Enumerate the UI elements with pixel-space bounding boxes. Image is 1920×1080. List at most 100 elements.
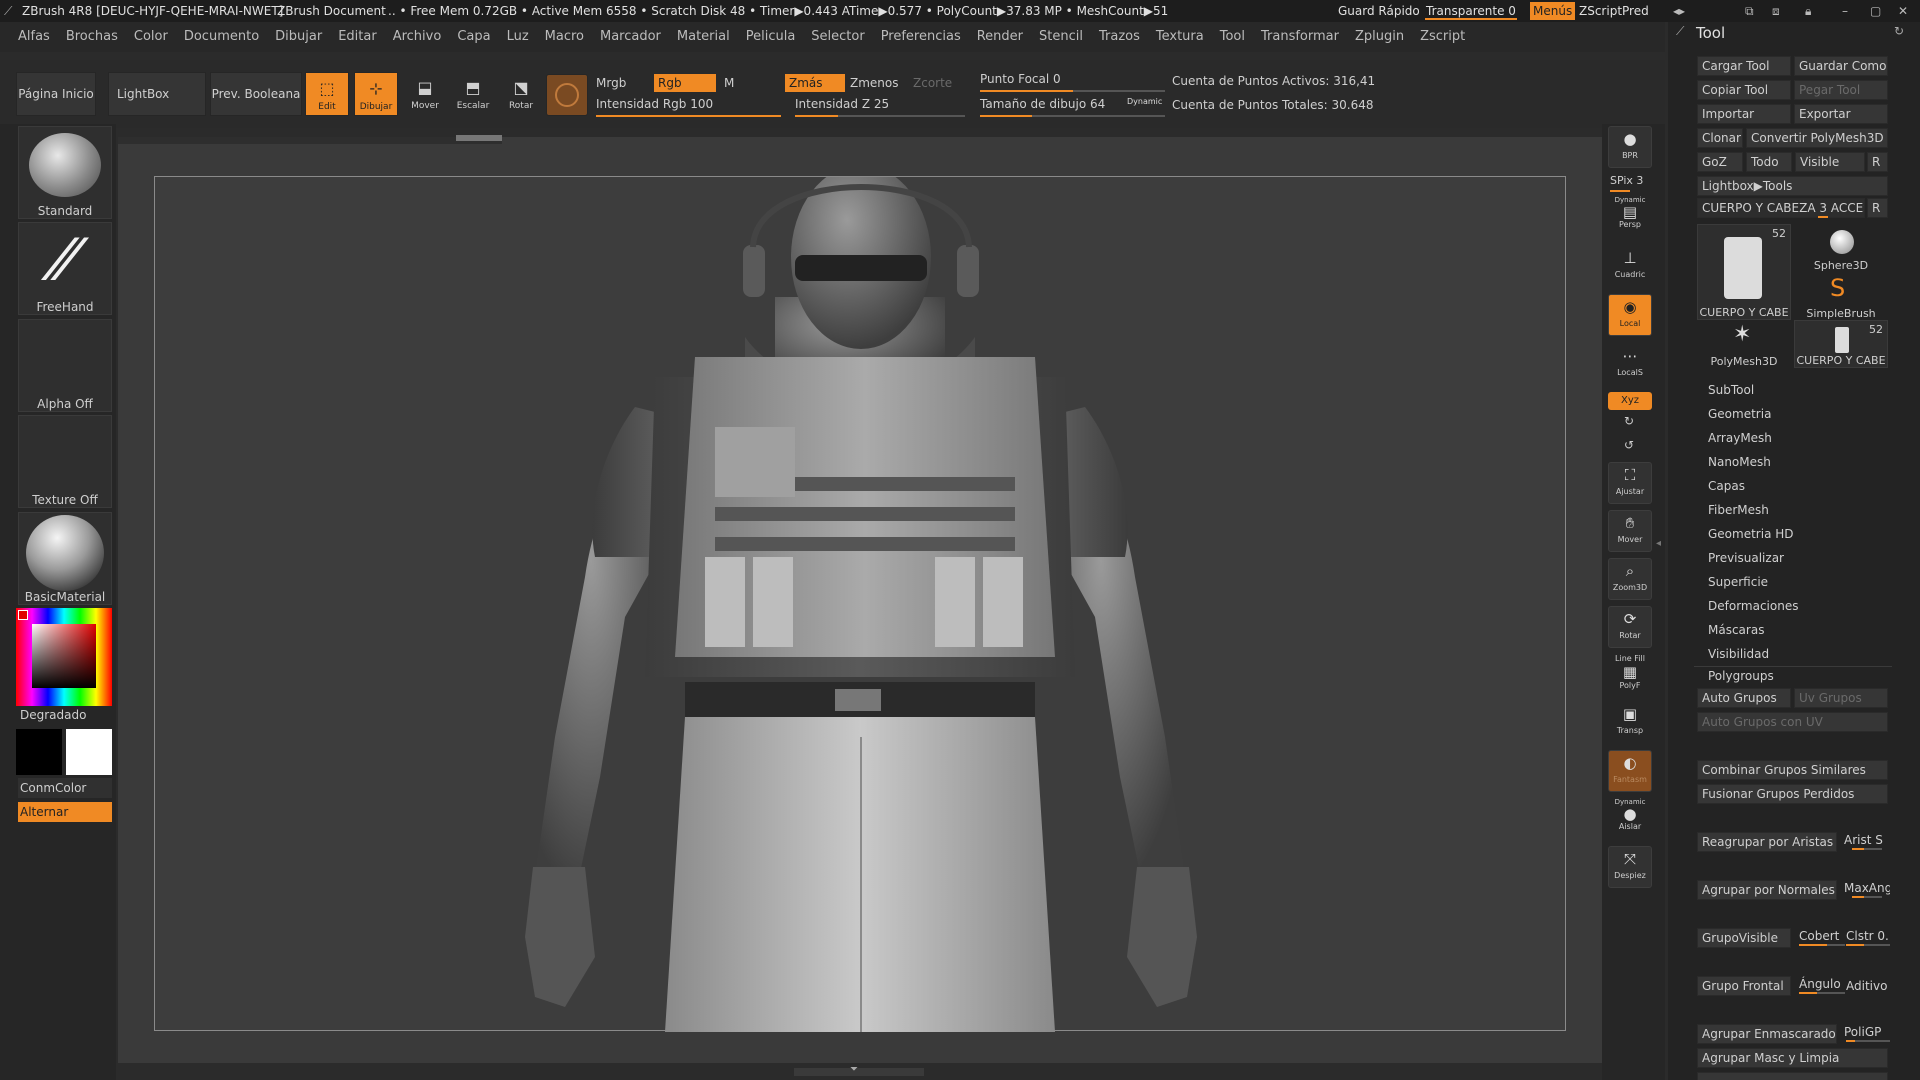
- document-canvas[interactable]: [154, 165, 1566, 1032]
- convert-polymesh-button[interactable]: Convertir PolyMesh3D: [1746, 128, 1888, 148]
- layout-switch-icon[interactable]: ◂▸: [1673, 0, 1685, 22]
- subpalette-superficie[interactable]: Superficie: [1708, 570, 1908, 594]
- focal-shift-slider[interactable]: Punto Focal 0: [980, 72, 1165, 92]
- menu-item-trazos[interactable]: Trazos: [1091, 22, 1148, 52]
- menu-item-material[interactable]: Material: [669, 22, 738, 52]
- mrgb-button[interactable]: Mrgb: [596, 74, 649, 92]
- goz-all-button[interactable]: Todo: [1746, 152, 1792, 172]
- lightbox-tools-button[interactable]: Lightbox▶Tools: [1697, 176, 1888, 196]
- local-symmetry-button[interactable]: ⋯ LocalS: [1608, 344, 1652, 386]
- coverage-slider[interactable]: Cobert: [1799, 926, 1845, 946]
- goz-visible-button[interactable]: Visible: [1795, 152, 1865, 172]
- menu-item-tool[interactable]: Tool: [1212, 22, 1253, 52]
- layout-alt-icon[interactable]: ⧈: [1772, 0, 1780, 22]
- texture-selector[interactable]: Texture Off: [18, 415, 112, 508]
- xyz-button[interactable]: Xyz: [1608, 392, 1652, 410]
- tool-thumb-sphere[interactable]: Sphere3D: [1794, 224, 1888, 272]
- lightbox-button[interactable]: LightBox: [108, 72, 206, 116]
- menu-item-textura[interactable]: Textura: [1148, 22, 1212, 52]
- cluster-slider[interactable]: Clstr 0.: [1846, 926, 1890, 946]
- zadd-button[interactable]: Zmás: [785, 74, 845, 92]
- menu-item-preferencias[interactable]: Preferencias: [873, 22, 969, 52]
- draw-size-slider[interactable]: Tamaño de dibujo 64 Dynamic: [980, 97, 1165, 117]
- menu-item-render[interactable]: Render: [969, 22, 1031, 52]
- switch-color-button[interactable]: ConmColor: [18, 778, 112, 798]
- pin-icon[interactable]: ⟋: [1676, 24, 1684, 39]
- menu-item-zscript[interactable]: Zscript: [1412, 22, 1473, 52]
- maxangle-slider[interactable]: MaxAng: [1844, 878, 1890, 898]
- polyframe-button[interactable]: Line Fill ▦ PolyF: [1608, 654, 1652, 696]
- tool-thumb-body[interactable]: 52 CUERPO Y CABE: [1697, 224, 1791, 320]
- angle-slider[interactable]: Ángulo: [1799, 974, 1845, 994]
- spix-slider[interactable]: SPix 3: [1610, 174, 1643, 187]
- goz-button[interactable]: GoZ: [1697, 152, 1743, 172]
- rgb-button[interactable]: Rgb: [654, 74, 716, 92]
- minimize-icon[interactable]: –: [1842, 0, 1848, 22]
- scale-button[interactable]: ⬒ Escalar: [451, 72, 495, 116]
- z-intensity-slider[interactable]: Intensidad Z 25: [795, 97, 965, 117]
- menu-item-stencil[interactable]: Stencil: [1031, 22, 1091, 52]
- xpose-button[interactable]: ⤧ Despiez: [1608, 846, 1652, 888]
- copy-tool-button[interactable]: Copiar Tool: [1697, 80, 1791, 100]
- group-front-button[interactable]: Grupo Frontal: [1697, 976, 1791, 996]
- menu-item-macro[interactable]: Macro: [537, 22, 592, 52]
- menu-item-capa[interactable]: Capa: [449, 22, 498, 52]
- canvas-scroll-bottom[interactable]: [794, 1068, 924, 1076]
- group-mask-clear-button[interactable]: Agrupar Masc y Limpia: [1697, 1048, 1888, 1068]
- z-rotate-icon[interactable]: ↺: [1624, 438, 1634, 452]
- lock-icon[interactable]: 🔒︎: [1805, 0, 1811, 22]
- paste-tool-button[interactable]: Pegar Tool: [1794, 80, 1888, 100]
- ghost-button[interactable]: ◐ Fantasm: [1608, 750, 1652, 792]
- local-button[interactable]: ◉ Local: [1608, 294, 1652, 336]
- zsub-button[interactable]: Zmenos: [850, 74, 910, 92]
- material-selector[interactable]: BasicMaterial: [18, 512, 112, 605]
- gradient-label[interactable]: Degradado: [20, 708, 86, 722]
- maximize-icon[interactable]: ▢: [1870, 0, 1881, 22]
- menu-item-marcador[interactable]: Marcador: [592, 22, 669, 52]
- m-button[interactable]: M: [720, 74, 780, 92]
- draw-button[interactable]: ⊹ Dibujar: [354, 72, 398, 116]
- regroup-edges-button[interactable]: Reagrupar por Aristas: [1697, 832, 1837, 852]
- subpalette-arraymesh[interactable]: ArrayMesh: [1708, 426, 1908, 450]
- refresh-icon[interactable]: ↻: [1894, 24, 1904, 38]
- perspective-button[interactable]: Dynamic ▤ Persp: [1608, 196, 1652, 238]
- color-square[interactable]: [32, 624, 96, 688]
- tool-thumb-body-2[interactable]: 52 CUERPO Y CABE: [1794, 320, 1888, 368]
- menu-item-selector[interactable]: Selector: [803, 22, 872, 52]
- brush-selector[interactable]: Standard: [18, 126, 112, 219]
- save-as-button[interactable]: Guardar Como: [1794, 56, 1888, 76]
- edit-button[interactable]: ⬚ Edit: [305, 72, 349, 116]
- group-by-normals-button[interactable]: Agrupar por Normales: [1697, 880, 1837, 900]
- menu-item-pelicula[interactable]: Pelicula: [738, 22, 804, 52]
- edges-slider[interactable]: Arist S: [1844, 830, 1890, 850]
- import-button[interactable]: Importar: [1697, 104, 1791, 124]
- floor-button[interactable]: ⊥ Cuadric: [1608, 246, 1652, 288]
- dynamic-size-toggle[interactable]: Dynamic: [1127, 97, 1162, 106]
- polygroup-slider[interactable]: PoliGP: [1844, 1022, 1890, 1042]
- subpalette-capas[interactable]: Capas: [1708, 474, 1908, 498]
- subpalette-máscaras[interactable]: Máscaras: [1708, 618, 1908, 642]
- rotate-view-button[interactable]: ⟳ Rotar: [1608, 606, 1652, 648]
- uv-groups-button[interactable]: Uv Grupos: [1794, 688, 1888, 708]
- current-tool-r-button[interactable]: R: [1867, 198, 1888, 218]
- subpalette-deformaciones[interactable]: Deformaciones: [1708, 594, 1908, 618]
- subpalette-fibermesh[interactable]: FiberMesh: [1708, 498, 1908, 522]
- zscript-default[interactable]: ZScriptPred: [1579, 0, 1649, 22]
- menu-item-transformar[interactable]: Transformar: [1253, 22, 1347, 52]
- menu-item-zplugin[interactable]: Zplugin: [1347, 22, 1412, 52]
- expand-down-icon[interactable]: ⏷: [850, 1064, 858, 1075]
- solo-button[interactable]: Dynamic ● Aislar: [1608, 798, 1652, 840]
- home-page-button[interactable]: Página Inicio: [16, 72, 96, 116]
- menu-item-dibujar[interactable]: Dibujar: [267, 22, 330, 52]
- clone-button[interactable]: Clonar: [1697, 128, 1743, 148]
- alpha-selector[interactable]: Alpha Off: [18, 319, 112, 412]
- stroke-selector[interactable]: ⁄⁄ FreeHand: [18, 222, 112, 315]
- rgb-intensity-slider[interactable]: Intensidad Rgb 100: [596, 97, 781, 117]
- menu-item-color[interactable]: Color: [126, 22, 176, 52]
- close-icon[interactable]: ✕: [1898, 0, 1908, 22]
- next-row-button[interactable]: [1697, 1072, 1888, 1080]
- boolean-preview-button[interactable]: Prev. Booleana: [210, 72, 302, 116]
- group-masked-button[interactable]: Agrupar Enmascarados: [1697, 1024, 1837, 1044]
- menu-item-luz[interactable]: Luz: [499, 22, 537, 52]
- transparency-button[interactable]: ▣ Transp: [1608, 702, 1652, 744]
